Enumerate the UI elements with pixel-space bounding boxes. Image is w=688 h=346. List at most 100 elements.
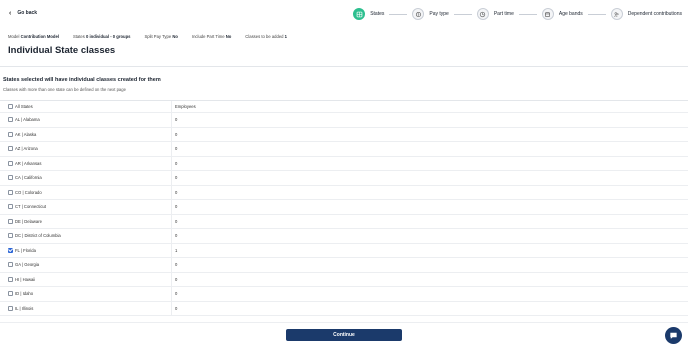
state-checkbox[interactable] <box>8 305 13 311</box>
state-label: DC | District of Columbia <box>15 233 61 239</box>
state-label: GA | Georgia <box>15 262 40 268</box>
divider <box>0 66 688 67</box>
chat-icon <box>670 332 677 339</box>
step-connector <box>518 13 537 15</box>
state-cell: AZ | Arizona <box>0 142 172 156</box>
table-row: AL | Alabama 0 <box>0 113 688 128</box>
state-cell: HI | Hawaii <box>0 272 172 286</box>
state-label: ID | Idaho <box>15 291 34 297</box>
step-connector <box>389 13 408 15</box>
state-checkbox[interactable] <box>8 146 13 152</box>
table-row: ID | Idaho 0 <box>0 287 688 302</box>
state-label: IL | Illinois <box>15 305 34 311</box>
table-row: DC | District of Columbia 0 <box>0 229 688 244</box>
summary-model: Model Contribution Model <box>8 34 59 39</box>
employees-cell: 0 <box>175 233 178 239</box>
table-row: IL | Illinois 0 <box>0 301 688 316</box>
table-row: CO | Colorado 0 <box>0 185 688 200</box>
state-cell: IL | Illinois <box>0 301 172 315</box>
go-back-link[interactable]: ‹ Go back <box>9 9 37 17</box>
step-part-time[interactable]: Part time <box>476 8 514 20</box>
table-row: FL | Florida 1 <box>0 243 688 258</box>
table-header-row: All States Employees <box>0 101 688 113</box>
section-subtext: Classes with more than one state can be … <box>3 87 126 92</box>
state-checkbox[interactable] <box>8 160 13 166</box>
table-row: CT | Connecticut 0 <box>0 200 688 215</box>
pay-type-step-icon: $ <box>412 8 425 20</box>
step-pay-type[interactable]: $ Pay type <box>412 8 449 20</box>
table-row: AR | Arkansas 0 <box>0 156 688 171</box>
state-label: CT | Connecticut <box>15 204 47 210</box>
all-states-checkbox[interactable] <box>8 104 13 109</box>
continue-button[interactable]: Continue <box>286 329 402 341</box>
age-bands-step-icon <box>541 8 554 20</box>
state-label: AL | Alabama <box>15 117 40 123</box>
part-time-step-icon <box>476 8 489 20</box>
employees-cell: 0 <box>175 305 178 311</box>
state-checkbox[interactable] <box>8 189 13 195</box>
employees-cell: 1 <box>175 247 178 253</box>
state-checkbox[interactable] <box>8 175 13 181</box>
footer: Continue <box>0 322 688 346</box>
state-checkbox[interactable] <box>8 291 13 297</box>
section-heading: States selected will have individual cla… <box>3 77 161 83</box>
state-cell: DE | Delaware <box>0 214 172 228</box>
states-step-icon <box>353 8 366 20</box>
employees-cell: 0 <box>175 117 178 123</box>
state-checkbox[interactable] <box>8 218 13 224</box>
table-row: HI | Hawaii 0 <box>0 272 688 287</box>
state-cell: ID | Idaho <box>0 287 172 301</box>
state-label: AZ | Arizona <box>15 146 38 152</box>
step-label: Pay type <box>429 11 449 17</box>
state-cell: GA | Georgia <box>0 258 172 272</box>
state-cell: DC | District of Columbia <box>0 229 172 243</box>
state-label: CA | California <box>15 175 42 181</box>
progress-steps: States $ Pay type Part time Age bands De… <box>353 8 682 20</box>
employees-cell: 0 <box>175 131 178 137</box>
employees-cell: 0 <box>175 146 178 152</box>
chat-button[interactable] <box>665 327 682 344</box>
employees-cell: 0 <box>175 291 178 297</box>
state-label: HI | Hawaii <box>15 276 36 282</box>
state-label: AK | Alaska <box>15 131 37 137</box>
state-cell: FL | Florida <box>0 243 172 257</box>
state-checkbox[interactable] <box>8 131 13 137</box>
state-label: AR | Arkansas <box>15 160 42 166</box>
top-bar: ‹ Go back States $ Pay type Part time Ag… <box>0 0 688 30</box>
step-connector <box>587 13 606 15</box>
table-row: GA | Georgia 0 <box>0 258 688 273</box>
state-checkbox[interactable] <box>8 117 13 123</box>
employees-cell: 0 <box>175 189 178 195</box>
states-table: All States Employees AL | Alabama 0 AK | A… <box>0 100 688 322</box>
page-title: Individual State classes <box>8 45 116 56</box>
employees-cell: 0 <box>175 204 178 210</box>
step-label: Dependent contributions <box>627 11 682 17</box>
state-checkbox[interactable] <box>8 233 13 239</box>
summary-classes: Classes to be added 1 <box>245 34 287 39</box>
employees-cell: 0 <box>175 160 178 166</box>
state-checkbox[interactable] <box>8 247 13 253</box>
step-dependent-contributions[interactable]: Dependent contributions <box>610 8 682 20</box>
employees-header: Employees <box>175 104 196 109</box>
step-age-bands[interactable]: Age bands <box>541 8 583 20</box>
state-cell: CO | Colorado <box>0 185 172 199</box>
summary-include-part-time: Include Part Time No <box>191 34 232 39</box>
summary-states: States 0 individual - 0 groups <box>72 34 131 39</box>
step-connector <box>453 13 472 15</box>
step-label: States <box>370 11 385 17</box>
state-cell: CT | Connecticut <box>0 200 172 214</box>
state-cell: CA | California <box>0 171 172 185</box>
state-checkbox[interactable] <box>8 204 13 210</box>
model-summary: Model Contribution Model States 0 indivi… <box>8 34 287 39</box>
step-states[interactable]: States <box>353 8 384 20</box>
state-checkbox[interactable] <box>8 276 13 282</box>
state-label: FL | Florida <box>15 247 36 253</box>
all-states-label: All States <box>15 104 33 109</box>
chevron-left-icon: ‹ <box>9 9 12 17</box>
state-checkbox[interactable] <box>8 262 13 268</box>
state-label: DE | Delaware <box>15 218 42 224</box>
table-row: CA | California 0 <box>0 171 688 186</box>
employees-cell: 0 <box>175 262 178 268</box>
all-states-cell: All States <box>0 101 172 112</box>
step-label: Part time <box>493 11 514 17</box>
